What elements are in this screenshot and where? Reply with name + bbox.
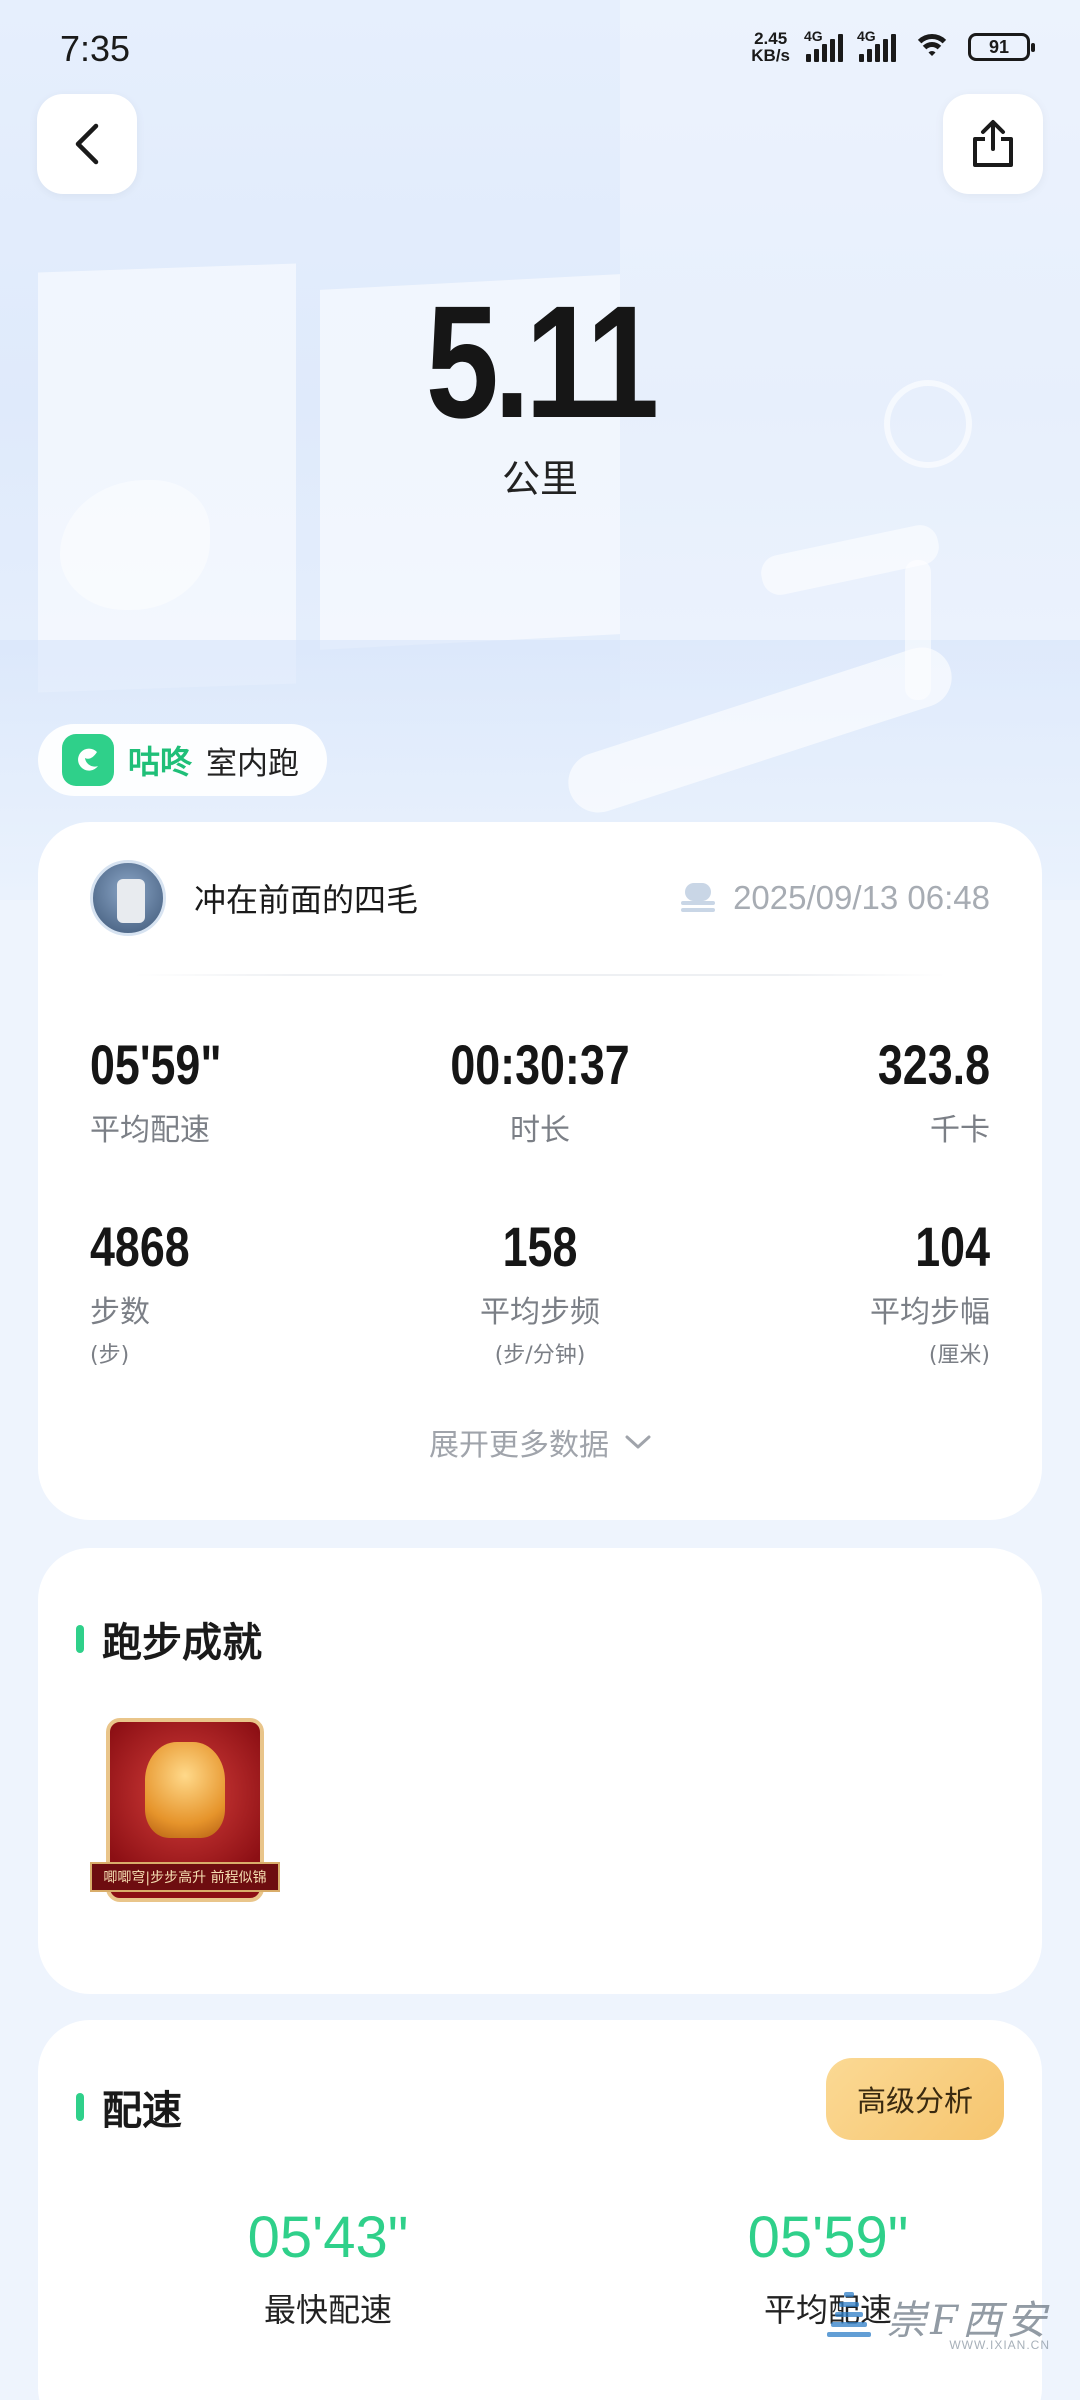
source-type: 室内跑 [206,745,300,782]
avatar[interactable] [90,860,166,936]
cellular-signal-icon: 4G [857,28,896,62]
pace-title: 配速 [76,2078,182,2136]
source-brand: 咕咚 [128,743,193,781]
achievements-card: 跑步成就 唧唧穹|步步高升 前程似锦 [38,1548,1042,1994]
stat-cadence: 158 平均步频 (步/分钟) [480,1215,600,1368]
wifi-icon [912,32,952,62]
medal-emblem-icon [145,1742,225,1838]
codoon-logo-icon [62,734,114,786]
divider [134,974,946,976]
achievement-medal[interactable]: 唧唧穹|步步高升 前程似锦 [90,1718,280,1918]
workout-datetime: 2025/09/13 06:48 [733,879,990,916]
stat-duration: 00:30:37 时长 [450,1033,630,1148]
user-name: 冲在前面的四毛 [194,881,419,919]
chevron-left-icon [75,123,99,165]
expand-label: 展开更多数据 [429,1428,609,1463]
expand-more-button[interactable]: 展开更多数据 [38,1420,1042,1464]
distance-value: 5.11 [425,272,659,451]
user-row: 冲在前面的四毛 2025/09/13 06:48 [90,858,990,938]
cellular-signal-icon: 4G [804,28,843,62]
workout-datetime-row: 2025/09/13 06:48 [679,879,990,917]
fastest-pace: 05'43" 最快配速 [247,2205,409,2329]
advanced-analysis-button[interactable]: 高级分析 [826,2058,1004,2140]
stat-steps: 4868 步数 (步) [90,1215,190,1368]
back-button[interactable] [37,94,137,194]
distance-unit: 公里 [501,457,578,501]
share-icon [973,120,1013,167]
status-indicators: 2.45 KB/s 4G 4G 91 [751,28,1035,65]
status-time: 7:35 [60,28,131,69]
pagoda-logo-icon [826,2286,872,2348]
chevron-down-icon [625,1435,651,1449]
status-bar: 7:35 2.45 KB/s 4G 4G 91 [0,0,1080,100]
stat-avg-pace: 05'59" 平均配速 [90,1033,222,1148]
workout-summary-card: 冲在前面的四毛 2025/09/13 06:48 05'59" 平均配速 00:… [38,822,1042,1520]
cloud-icon [679,881,719,915]
watermark-url: WWW.IXIAN.CN [949,2338,1050,2352]
battery-icon: 91 [968,33,1035,61]
share-button[interactable] [943,94,1043,194]
network-speed: 2.45 KB/s [751,29,790,65]
stat-calories: 323.8 千卡 [877,1033,990,1148]
source-tag[interactable]: 咕咚 室内跑 [38,724,328,796]
stat-stride: 104 平均步幅 (厘米) [870,1215,990,1368]
watermark: 崇Ϝ西安 WWW.IXIAN.CN [826,2286,1050,2352]
achievements-title: 跑步成就 [76,1610,262,1668]
